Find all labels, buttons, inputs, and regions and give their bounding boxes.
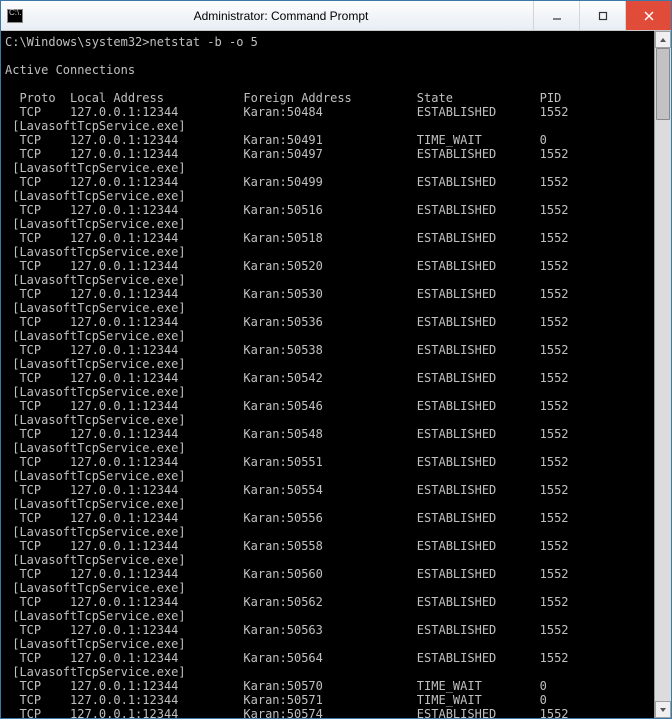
window-buttons — [533, 1, 671, 30]
console-output[interactable]: C:\Windows\system32>netstat -b -o 5 Acti… — [1, 31, 654, 718]
command-prompt-window: C:\. Administrator: Command Prompt C:\Wi… — [0, 0, 672, 719]
minimize-button[interactable] — [533, 1, 579, 30]
scrollbar-track[interactable] — [655, 48, 671, 701]
scroll-down-button[interactable] — [655, 701, 671, 718]
close-button[interactable] — [625, 1, 671, 30]
scrollbar-thumb[interactable] — [656, 48, 670, 120]
titlebar[interactable]: C:\. Administrator: Command Prompt — [1, 1, 671, 31]
vertical-scrollbar[interactable] — [654, 31, 671, 718]
console-client-area: C:\Windows\system32>netstat -b -o 5 Acti… — [1, 31, 671, 718]
scroll-up-button[interactable] — [655, 31, 671, 48]
cmd-icon: C:\. — [7, 9, 23, 23]
window-title: Administrator: Command Prompt — [29, 1, 533, 30]
maximize-button[interactable] — [579, 1, 625, 30]
app-icon: C:\. — [1, 1, 29, 30]
